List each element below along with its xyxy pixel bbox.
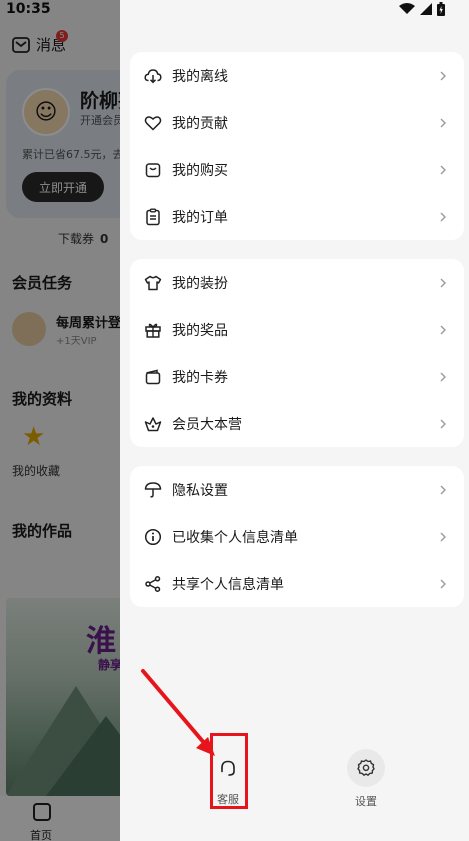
menu-item-member-camp[interactable]: 会员大本营 bbox=[130, 400, 464, 447]
chevron-right-icon bbox=[438, 485, 448, 495]
chevron-right-icon bbox=[438, 71, 448, 81]
menu-label: 会员大本营 bbox=[172, 416, 242, 433]
chevron-right-icon bbox=[438, 212, 448, 222]
shopping-bag-icon bbox=[144, 161, 162, 179]
chevron-right-icon bbox=[438, 579, 448, 589]
menu-item-outfits[interactable]: 我的装扮 bbox=[130, 259, 464, 306]
menu-label: 我的奖品 bbox=[172, 322, 228, 339]
menu-item-coupons[interactable]: 我的卡券 bbox=[130, 353, 464, 400]
menu-group-privacy: 隐私设置 已收集个人信息清单 共享个人信息清单 bbox=[130, 466, 464, 607]
menu-item-shared-info[interactable]: 共享个人信息清单 bbox=[130, 560, 464, 607]
info-circle-icon bbox=[144, 528, 162, 546]
annotation-highlight-box bbox=[210, 733, 248, 809]
chevron-right-icon bbox=[438, 278, 448, 288]
chevron-right-icon bbox=[438, 372, 448, 382]
crown-basket-icon bbox=[144, 415, 162, 433]
status-icons bbox=[399, 2, 445, 16]
wallet-icon bbox=[144, 368, 162, 386]
cloud-download-icon bbox=[144, 67, 162, 85]
settings-button[interactable]: 设置 bbox=[347, 749, 385, 809]
gear-icon bbox=[357, 759, 375, 776]
share-icon bbox=[144, 575, 162, 593]
chevron-right-icon bbox=[438, 325, 448, 335]
menu-label: 我的贡献 bbox=[172, 115, 228, 132]
tshirt-icon bbox=[144, 274, 162, 292]
gift-icon bbox=[144, 321, 162, 339]
menu-item-collected-info[interactable]: 已收集个人信息清单 bbox=[130, 513, 464, 560]
clipboard-icon bbox=[144, 208, 162, 226]
chevron-right-icon bbox=[438, 118, 448, 128]
menu-group-rewards: 我的装扮 我的奖品 我的卡券 会员大本营 bbox=[130, 259, 464, 447]
menu-group-personal: 我的离线 我的贡献 我的购买 我的订单 bbox=[130, 52, 464, 240]
menu-item-purchases[interactable]: 我的购买 bbox=[130, 146, 464, 193]
menu-label: 共享个人信息清单 bbox=[172, 576, 284, 593]
menu-label: 隐私设置 bbox=[172, 482, 228, 499]
battery-icon bbox=[437, 2, 445, 16]
wifi-icon bbox=[399, 3, 415, 14]
menu-label: 我的购买 bbox=[172, 162, 228, 179]
menu-label: 我的装扮 bbox=[172, 275, 228, 292]
chevron-right-icon bbox=[438, 419, 448, 429]
umbrella-icon bbox=[144, 481, 162, 499]
side-drawer: 我的离线 我的贡献 我的购买 我的订单 我的装扮 我的奖品 我的卡券 会员大本营… bbox=[120, 0, 469, 841]
menu-item-offline[interactable]: 我的离线 bbox=[130, 52, 464, 99]
heart-icon bbox=[144, 114, 162, 132]
chevron-right-icon bbox=[438, 532, 448, 542]
menu-label: 已收集个人信息清单 bbox=[172, 529, 298, 546]
signal-icon bbox=[420, 3, 432, 15]
menu-item-privacy-settings[interactable]: 隐私设置 bbox=[130, 466, 464, 513]
settings-label: 设置 bbox=[355, 795, 377, 808]
menu-item-orders[interactable]: 我的订单 bbox=[130, 193, 464, 240]
menu-label: 我的订单 bbox=[172, 209, 228, 226]
menu-label: 我的卡券 bbox=[172, 369, 228, 386]
settings-circle bbox=[347, 749, 385, 787]
menu-item-prizes[interactable]: 我的奖品 bbox=[130, 306, 464, 353]
menu-label: 我的离线 bbox=[172, 68, 228, 85]
chevron-right-icon bbox=[438, 165, 448, 175]
menu-item-contribution[interactable]: 我的贡献 bbox=[130, 99, 464, 146]
